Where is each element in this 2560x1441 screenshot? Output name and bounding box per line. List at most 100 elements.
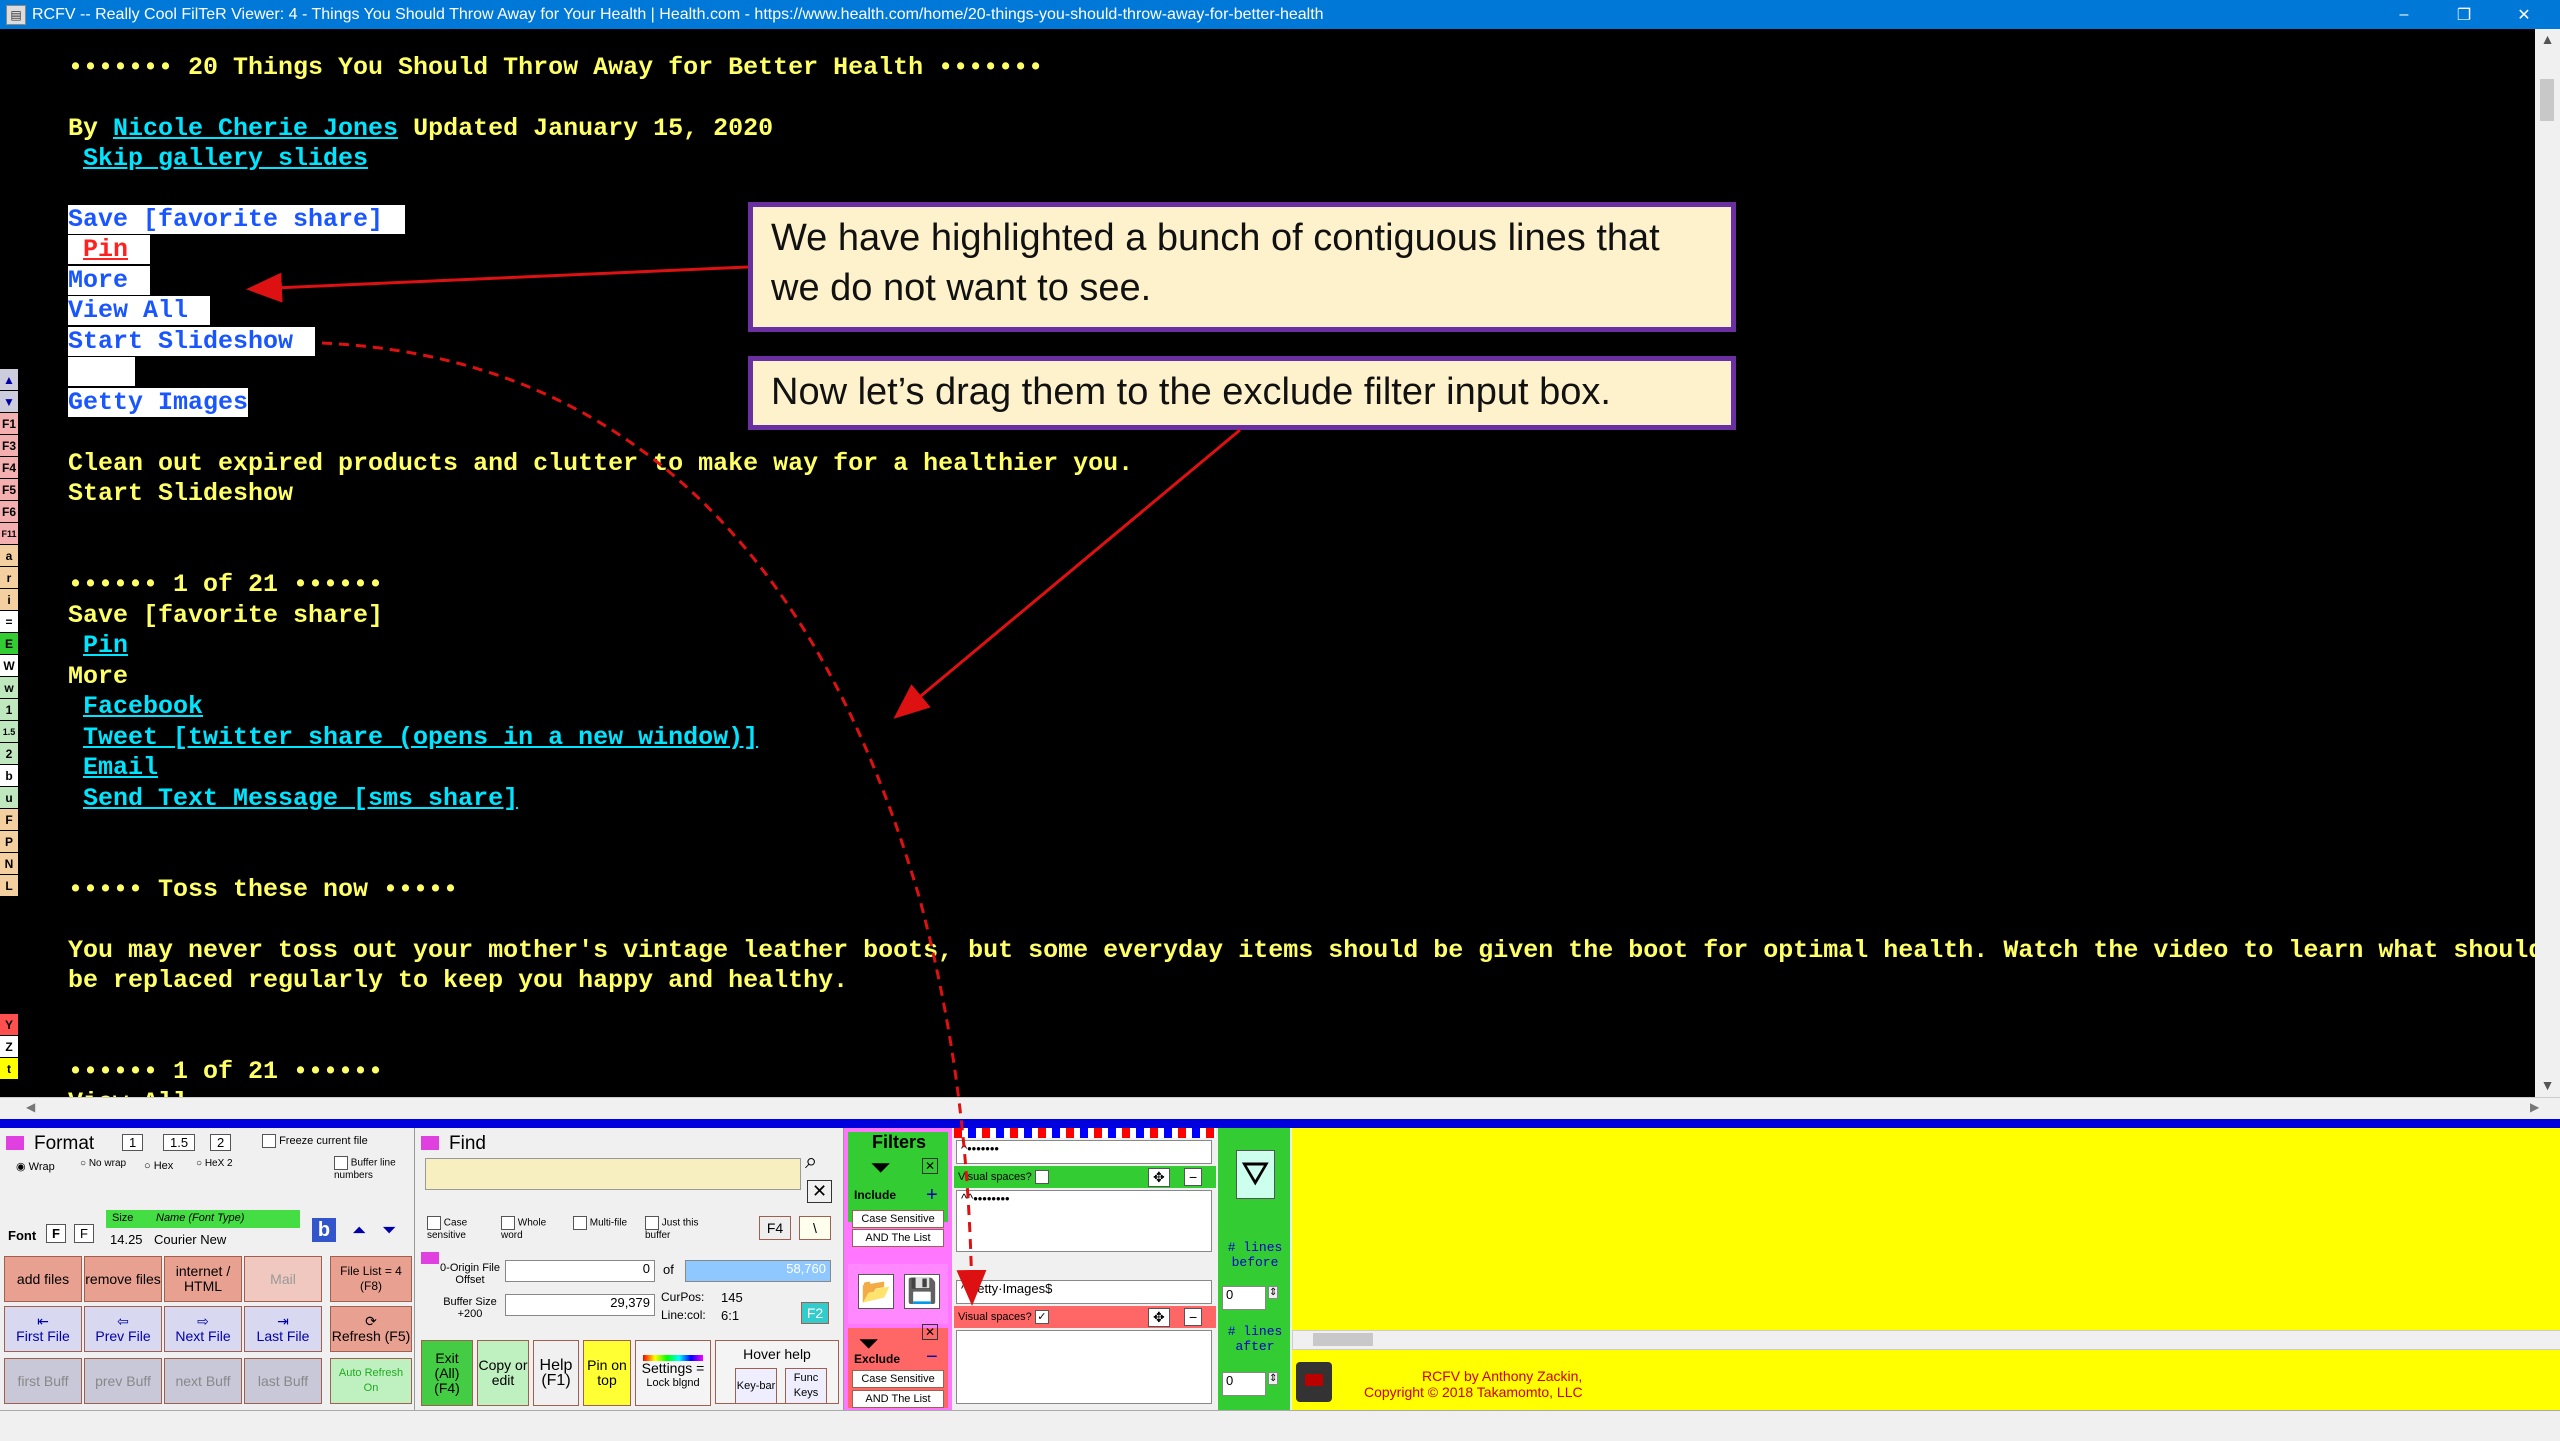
- line-spacing-1[interactable]: 1: [122, 1134, 144, 1151]
- getty-images-highlighted[interactable]: Getty Images: [68, 388, 248, 417]
- buffer-size-field[interactable]: 29,379: [505, 1294, 655, 1316]
- skip-gallery-link[interactable]: Skip gallery slides: [83, 144, 368, 174]
- case-sensitive-checkbox[interactable]: [427, 1216, 441, 1230]
- email-line[interactable]: Email: [83, 753, 158, 783]
- no-wrap-radio[interactable]: ○ No wrap: [80, 1158, 130, 1169]
- lines-before-spinner-icon[interactable]: ⇕: [1268, 1286, 1279, 1299]
- include-visual-spaces[interactable]: Visual spaces?: [958, 1170, 1049, 1184]
- auto-refresh-button[interactable]: Auto Refresh On: [330, 1358, 412, 1404]
- keybar-button[interactable]: Key-bar: [735, 1368, 777, 1404]
- strip-n-button[interactable]: N: [0, 853, 18, 874]
- highlighted-line[interactable]: Save [favorite share]: [68, 205, 406, 235]
- strip-b-button[interactable]: b: [0, 765, 18, 786]
- include-clear-icon[interactable]: ✕: [922, 1158, 939, 1174]
- strip-f6-button[interactable]: F6: [0, 501, 18, 522]
- save-favorite-share[interactable]: Save [favorite share]: [68, 205, 383, 234]
- strip-r-button[interactable]: r: [0, 567, 18, 588]
- clear-find-icon[interactable]: ✕: [807, 1180, 833, 1203]
- lines-before-input[interactable]: 0: [1222, 1286, 1266, 1310]
- view-all-highlighted[interactable]: View All: [68, 296, 188, 325]
- hex2-radio[interactable]: ○ HeX 2: [196, 1158, 236, 1169]
- last-buff-button[interactable]: last Buff: [244, 1358, 322, 1404]
- whole-word-option[interactable]: Whole word: [501, 1216, 559, 1241]
- scroll-right-arrow-icon[interactable]: ▶: [2530, 1100, 2539, 1114]
- strip-u-button[interactable]: u: [0, 787, 18, 808]
- include-add-icon[interactable]: +: [926, 1184, 938, 1207]
- next-buff-button[interactable]: next Buff: [164, 1358, 242, 1404]
- sms-link[interactable]: Send Text Message [sms share]: [83, 784, 518, 813]
- strip-a-button[interactable]: a: [0, 545, 18, 566]
- whole-word-checkbox[interactable]: [501, 1216, 515, 1230]
- exclude-filter-list[interactable]: [956, 1330, 1212, 1404]
- scroll-up-arrow-icon[interactable]: ▲: [2535, 31, 2560, 47]
- minimize-button[interactable]: –: [2374, 0, 2434, 29]
- include-filter-list[interactable]: ^^••••••••: [956, 1190, 1212, 1252]
- refresh-button[interactable]: ⟳ Refresh (F5): [330, 1306, 412, 1352]
- find-input[interactable]: [425, 1158, 801, 1190]
- save-disk-icon[interactable]: 💾: [904, 1274, 940, 1309]
- freeze-option[interactable]: Freeze current file: [262, 1134, 368, 1148]
- line-spacing-1-5[interactable]: 1.5: [163, 1134, 196, 1151]
- include-minus-icon[interactable]: −: [1184, 1168, 1203, 1186]
- tweet-line[interactable]: Tweet [twitter share (opens in a new win…: [83, 723, 758, 753]
- strip-1-5-button[interactable]: 1.5: [0, 721, 18, 742]
- strip-equals-button[interactable]: =: [0, 611, 18, 632]
- strip-i-button[interactable]: i: [0, 589, 18, 610]
- font-bold-f-button[interactable]: F: [46, 1224, 66, 1243]
- exclude-remove-icon[interactable]: −: [926, 1346, 938, 1369]
- binoculars-icon[interactable]: ⌕: [805, 1148, 817, 1174]
- prev-buff-button[interactable]: prev Buff: [84, 1358, 162, 1404]
- include-plus-icon[interactable]: ✥: [1148, 1168, 1170, 1187]
- just-buffer-checkbox[interactable]: [645, 1216, 659, 1230]
- pin-on-top-button[interactable]: Pin on top: [583, 1340, 631, 1406]
- just-buffer-option[interactable]: Just this buffer: [645, 1216, 721, 1241]
- highlighted-line[interactable]: Start Slideshow: [68, 327, 316, 357]
- font-size-value[interactable]: 14.25: [110, 1232, 143, 1247]
- file-offset-field[interactable]: 0: [505, 1260, 655, 1282]
- wrap-radio[interactable]: ◉ Wrap: [16, 1160, 55, 1173]
- line-spacing-2[interactable]: 2: [210, 1134, 232, 1151]
- highlighted-line[interactable]: Getty Images: [68, 388, 249, 418]
- strip-f3-button[interactable]: F3: [0, 435, 18, 456]
- exclude-plus-icon[interactable]: ✥: [1148, 1308, 1170, 1327]
- last-file-button[interactable]: ⇥ Last File: [244, 1306, 322, 1352]
- hex-radio[interactable]: ○ Hex: [144, 1160, 173, 1172]
- strip-t-button[interactable]: t: [0, 1058, 18, 1079]
- more-highlighted[interactable]: More: [68, 266, 128, 295]
- scroll-left-arrow-icon[interactable]: ◀: [26, 1100, 35, 1114]
- f2-button[interactable]: F2: [801, 1302, 829, 1324]
- strip-f-button[interactable]: F: [0, 809, 18, 830]
- exclude-filter-input[interactable]: ^Getty·Images$: [956, 1280, 1212, 1304]
- buffer-line-checkbox[interactable]: [334, 1156, 348, 1170]
- find-next-icon[interactable]: \: [799, 1216, 831, 1240]
- lines-after-input[interactable]: 0: [1222, 1372, 1266, 1396]
- case-sensitive-option[interactable]: Case sensitive: [427, 1216, 485, 1241]
- info-scrollbar[interactable]: [1292, 1330, 2560, 1350]
- help-button[interactable]: Help (F1): [533, 1340, 579, 1406]
- filter-apply-icon[interactable]: ⛛: [1236, 1150, 1275, 1199]
- size-up-icon[interactable]: ⏶: [352, 1220, 366, 1241]
- font-f-button[interactable]: F: [74, 1224, 94, 1243]
- scroll-up-icon[interactable]: ▲: [0, 369, 18, 390]
- skip-gallery-text[interactable]: Skip gallery slides: [83, 144, 368, 173]
- scrollbar-thumb[interactable]: [2540, 79, 2554, 121]
- facebook-line[interactable]: Facebook: [83, 692, 203, 722]
- strip-f11-button[interactable]: F11: [0, 523, 18, 544]
- next-file-button[interactable]: ⇨ Next File: [164, 1306, 242, 1352]
- bold-b-button[interactable]: b: [312, 1218, 336, 1242]
- multi-file-option[interactable]: Multi-file: [573, 1216, 631, 1230]
- buffer-line-numbers-option[interactable]: Buffer line numbers: [334, 1156, 410, 1181]
- internet-html-button[interactable]: internet / HTML: [164, 1256, 242, 1302]
- include-visual-spaces-checkbox[interactable]: [1034, 1170, 1049, 1184]
- strip-z-button[interactable]: Z: [0, 1036, 18, 1057]
- func-keys-button[interactable]: Func Keys: [785, 1368, 827, 1404]
- close-button[interactable]: ✕: [2494, 0, 2554, 29]
- tweet-link[interactable]: Tweet [twitter share (opens in a new win…: [83, 723, 758, 752]
- freeze-checkbox[interactable]: [262, 1134, 276, 1148]
- settings-button[interactable]: Settings = Lock blgnd: [635, 1340, 711, 1406]
- include-case-sensitive[interactable]: Case Sensitive: [852, 1210, 944, 1228]
- include-filter-input[interactable]: ^•••••••: [956, 1140, 1212, 1164]
- strip-2-button[interactable]: 2: [0, 743, 18, 764]
- include-and-list[interactable]: AND The List: [852, 1229, 944, 1247]
- exclude-case-sensitive[interactable]: Case Sensitive: [852, 1370, 944, 1388]
